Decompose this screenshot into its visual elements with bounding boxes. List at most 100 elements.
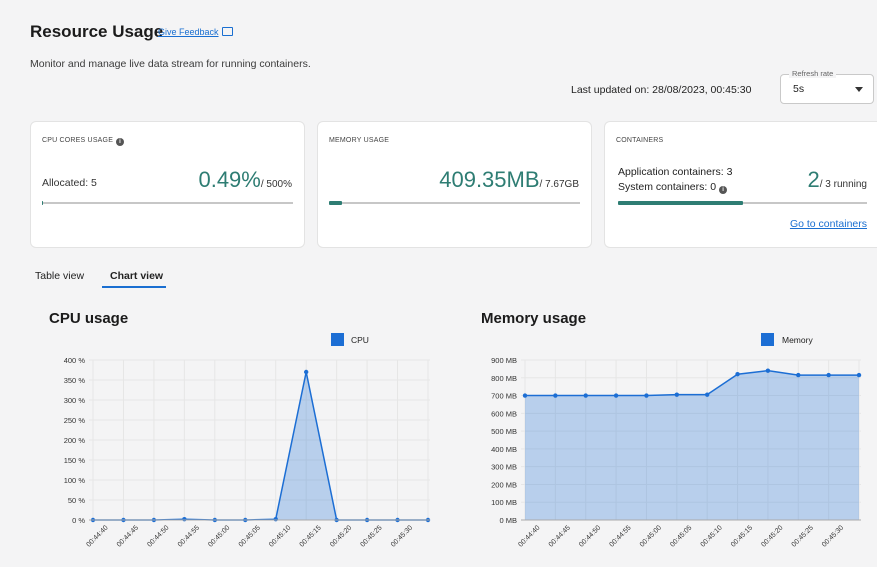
memory-x-tick-label: 00:45:25	[791, 524, 815, 548]
cpu-x-tick-label: 00:44:50	[146, 524, 170, 548]
memory-x-tick-label: 00:44:55	[608, 524, 632, 548]
cpu-x-tick-label: 00:45:25	[360, 524, 384, 548]
memory-progress-fill	[329, 201, 343, 205]
containers-progress-bar	[618, 201, 867, 205]
memory-progress-bar	[329, 201, 580, 205]
cpu-x-tick-label: 00:44:40	[85, 524, 109, 548]
containers-card: CONTAINERS Application containers: 3 Sys…	[604, 121, 877, 248]
system-containers-line: System containers: 0i	[618, 181, 728, 194]
memory-usage-card: MEMORY USAGE 409.35MB/ 7.67GB	[317, 121, 592, 248]
cpu-progress-bar	[42, 201, 293, 205]
cpu-data-point	[303, 369, 309, 375]
cpu-y-tick-label: 200 %	[64, 436, 86, 445]
memory-x-tick-label: 00:45:15	[730, 524, 754, 548]
memory-data-point	[644, 393, 649, 398]
cpu-y-tick-label: 400 %	[64, 356, 86, 365]
refresh-rate-select[interactable]: Refresh rate 5s	[780, 69, 874, 104]
cpu-x-tick-label: 00:45:30	[390, 524, 414, 548]
memory-legend-label: Memory	[782, 335, 813, 345]
tab-chart-view[interactable]: Chart view	[110, 270, 163, 282]
memory-data-point	[735, 372, 740, 377]
memory-data-point	[826, 372, 831, 378]
resource-usage-page: Resource Usage Give Feedback Monitor and…	[0, 0, 877, 567]
cpu-data-point	[182, 517, 187, 522]
memory-chart-title: Memory usage	[481, 310, 587, 327]
memory-data-point	[765, 368, 771, 373]
refresh-rate-value: 5s	[793, 83, 805, 95]
cpu-y-tick-label: 250 %	[64, 416, 86, 425]
memory-legend-swatch	[761, 333, 774, 346]
page-title: Resource Usage	[30, 22, 164, 41]
memory-usage-value: 409.35MB	[439, 167, 540, 192]
go-to-containers-link[interactable]: Go to containers	[790, 218, 867, 230]
cpu-allocated: Allocated: 5	[42, 177, 97, 189]
cpu-y-tick-label: 0 %	[72, 516, 85, 525]
memory-data-point	[522, 393, 528, 398]
memory-y-tick-label: 200 MB	[491, 480, 517, 489]
memory-card-title: MEMORY USAGE	[329, 137, 390, 144]
cpu-cores-card: CPU CORES USAGE i Allocated: 5 0.49%/ 500…	[30, 121, 305, 248]
memory-data-point	[613, 393, 619, 398]
info-icon[interactable]: i	[719, 186, 728, 194]
page-subtitle: Monitor and manage live data stream for …	[30, 58, 311, 70]
cpu-legend-swatch	[331, 333, 344, 346]
cpu-series-line	[93, 371, 428, 521]
cpu-y-tick-label: 300 %	[64, 396, 86, 405]
memory-y-tick-label: 600 MB	[491, 409, 517, 418]
memory-x-tick-label: 00:45:05	[669, 524, 693, 548]
running-containers-value: 2	[807, 167, 820, 192]
give-feedback-link[interactable]: Give Feedback	[158, 27, 233, 37]
memory-x-tick-label: 00:45:10	[700, 524, 724, 548]
refresh-rate-label: Refresh rate	[789, 69, 837, 78]
memory-y-tick-label: 800 MB	[491, 374, 517, 383]
memory-usage-value-group: 409.35MB/ 7.67GB	[439, 167, 579, 193]
memory-x-tick-label: 00:45:30	[821, 524, 845, 548]
memory-y-tick-label: 900 MB	[491, 356, 517, 365]
active-tab-indicator	[102, 286, 166, 288]
cpu-card-title: CPU CORES USAGE i	[42, 137, 125, 146]
cpu-y-tick-label: 350 %	[64, 376, 86, 385]
memory-y-tick-label: 700 MB	[491, 392, 517, 401]
cpu-legend-label: CPU	[351, 335, 369, 345]
memory-y-tick-label: 500 MB	[491, 427, 517, 436]
cpu-usage-total: / 500%	[260, 179, 292, 190]
cpu-x-tick-label: 00:45:00	[207, 524, 231, 548]
cpu-usage-value-group: 0.49%/ 500%	[198, 167, 292, 193]
feedback-icon	[221, 27, 233, 36]
app-containers-text: Application containers: 3	[618, 166, 733, 178]
memory-data-point	[704, 392, 710, 397]
memory-data-point	[796, 372, 801, 378]
cpu-x-tick-label: 00:45:05	[238, 524, 262, 548]
system-containers-text: System containers: 0	[618, 181, 717, 193]
cpu-area	[93, 372, 428, 520]
info-icon[interactable]: i	[116, 138, 125, 146]
containers-progress-fill	[618, 201, 743, 205]
cpu-x-tick-label: 00:45:20	[329, 524, 353, 548]
memory-y-tick-label: 0 MB	[499, 516, 517, 525]
running-containers-total: / 3 running	[819, 179, 867, 190]
cpu-x-tick-label: 00:44:45	[116, 524, 140, 548]
memory-x-tick-label: 00:45:20	[760, 524, 784, 548]
tab-table-view[interactable]: Table view	[35, 270, 84, 282]
cpu-usage-chart: 0 % 50 % 100 % 150 % 200 % 250 % 300 % 350 % 400…	[64, 356, 431, 549]
memory-y-tick-label: 400 MB	[491, 445, 517, 454]
memory-y-tick-label: 100 MB	[491, 498, 517, 507]
containers-card-title: CONTAINERS	[616, 137, 664, 144]
memory-usage-total: / 7.67GB	[539, 179, 579, 190]
cpu-usage-value: 0.49%	[198, 167, 261, 192]
memory-data-point	[674, 392, 680, 397]
memory-y-tick-label: 300 MB	[491, 463, 517, 472]
cpu-x-tick-label: 00:44:55	[177, 524, 201, 548]
memory-area	[525, 370, 859, 520]
cpu-x-tick-label: 00:45:15	[299, 524, 323, 548]
last-updated-text: Last updated on: 28/08/2023, 00:45:30	[571, 84, 752, 96]
memory-x-tick-label: 00:44:45	[548, 524, 572, 548]
memory-usage-chart: 0 MB 100 MB 200 MB 300 MB 400 MB 500 MB 600 MB…	[491, 356, 862, 549]
running-containers-group: 2/ 3 running	[807, 167, 867, 193]
cpu-chart-title: CPU usage	[49, 310, 129, 327]
chevron-down-icon	[855, 87, 863, 92]
cpu-y-tick-label: 50 %	[68, 496, 85, 505]
memory-x-tick-label: 00:45:00	[639, 524, 663, 548]
memory-x-tick-label: 00:44:40	[517, 524, 541, 548]
cpu-y-tick-label: 100 %	[64, 476, 86, 485]
